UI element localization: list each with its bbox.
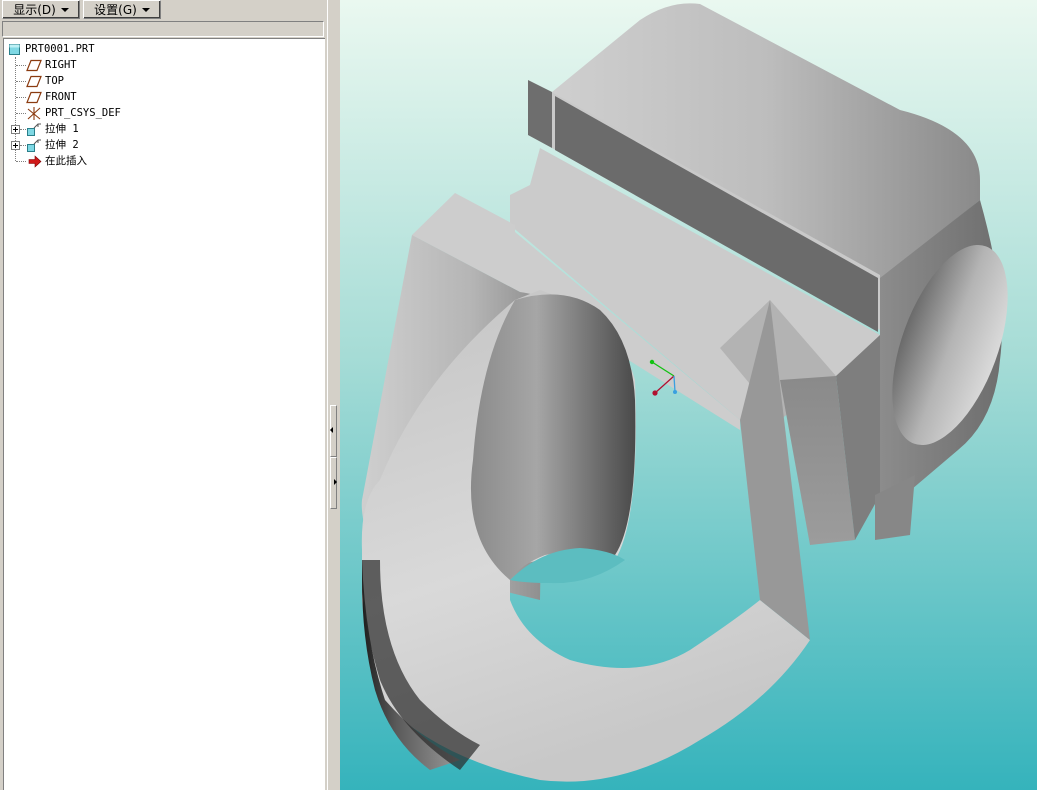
tree-item-label: 在此插入 [45,155,87,167]
coordinate-system-icon [27,107,41,120]
tree-item-extrude-2[interactable]: 拉伸 2 [4,137,204,153]
expand-toggle-icon[interactable] [11,141,20,150]
insert-here-arrow-icon [28,155,42,168]
tree-item-label: FRONT [45,91,77,103]
part-icon [9,44,20,55]
collapse-left-icon [330,427,333,433]
model-tree-toolbar: 显示(D) 设置(G) [0,0,327,21]
tree-item-label: 拉伸 2 [45,139,79,151]
tree-item-front-plane[interactable]: FRONT [4,89,204,105]
datum-plane-icon [26,75,42,88]
tree-item-csys[interactable]: PRT_CSYS_DEF [4,105,204,121]
show-menu-label: 显示(D) [13,3,56,17]
dropdown-arrow-icon [141,7,150,12]
model-view-canvas[interactable] [340,0,1037,790]
tree-item-root[interactable]: PRT0001.PRT [4,41,204,57]
tree-item-label: 拉伸 1 [45,123,79,135]
tree-item-insert-here[interactable]: 在此插入 [4,153,204,169]
tree-connector-line [16,113,26,114]
tree-connector-line [16,161,26,162]
tree-item-extrude-1[interactable]: 拉伸 1 [4,121,204,137]
tree-item-right-plane[interactable]: RIGHT [4,57,204,73]
tree-connector-line [16,81,26,82]
extrude-icon [27,123,41,136]
dropdown-arrow-icon [60,7,69,12]
tree-connector-line [16,97,26,98]
tree-item-top-plane[interactable]: TOP [4,73,204,89]
datum-plane-icon [26,91,42,104]
expand-toggle-icon[interactable] [11,125,20,134]
datum-plane-icon [26,59,42,72]
tree-item-label: PRT_CSYS_DEF [45,107,121,119]
extrude-icon [27,139,41,152]
tree-item-label: TOP [45,75,64,87]
graphics-viewport[interactable] [340,0,1037,790]
model-tree-panel: 显示(D) 设置(G) PRT0001.PRT RIGHT TOP FRONT … [0,0,327,790]
model-tree[interactable]: PRT0001.PRT RIGHT TOP FRONT PRT_CSYS_DEF… [3,38,325,790]
expand-right-icon [334,479,337,485]
tree-item-label: PRT0001.PRT [25,43,95,55]
settings-menu-label: 设置(G) [94,3,137,17]
tree-connector-line [16,65,26,66]
show-menu-button[interactable]: 显示(D) [2,0,80,19]
panel-splitter[interactable] [327,0,340,790]
settings-menu-button[interactable]: 设置(G) [83,0,161,19]
tree-item-label: RIGHT [45,59,77,71]
toolbar-strip [2,21,324,37]
